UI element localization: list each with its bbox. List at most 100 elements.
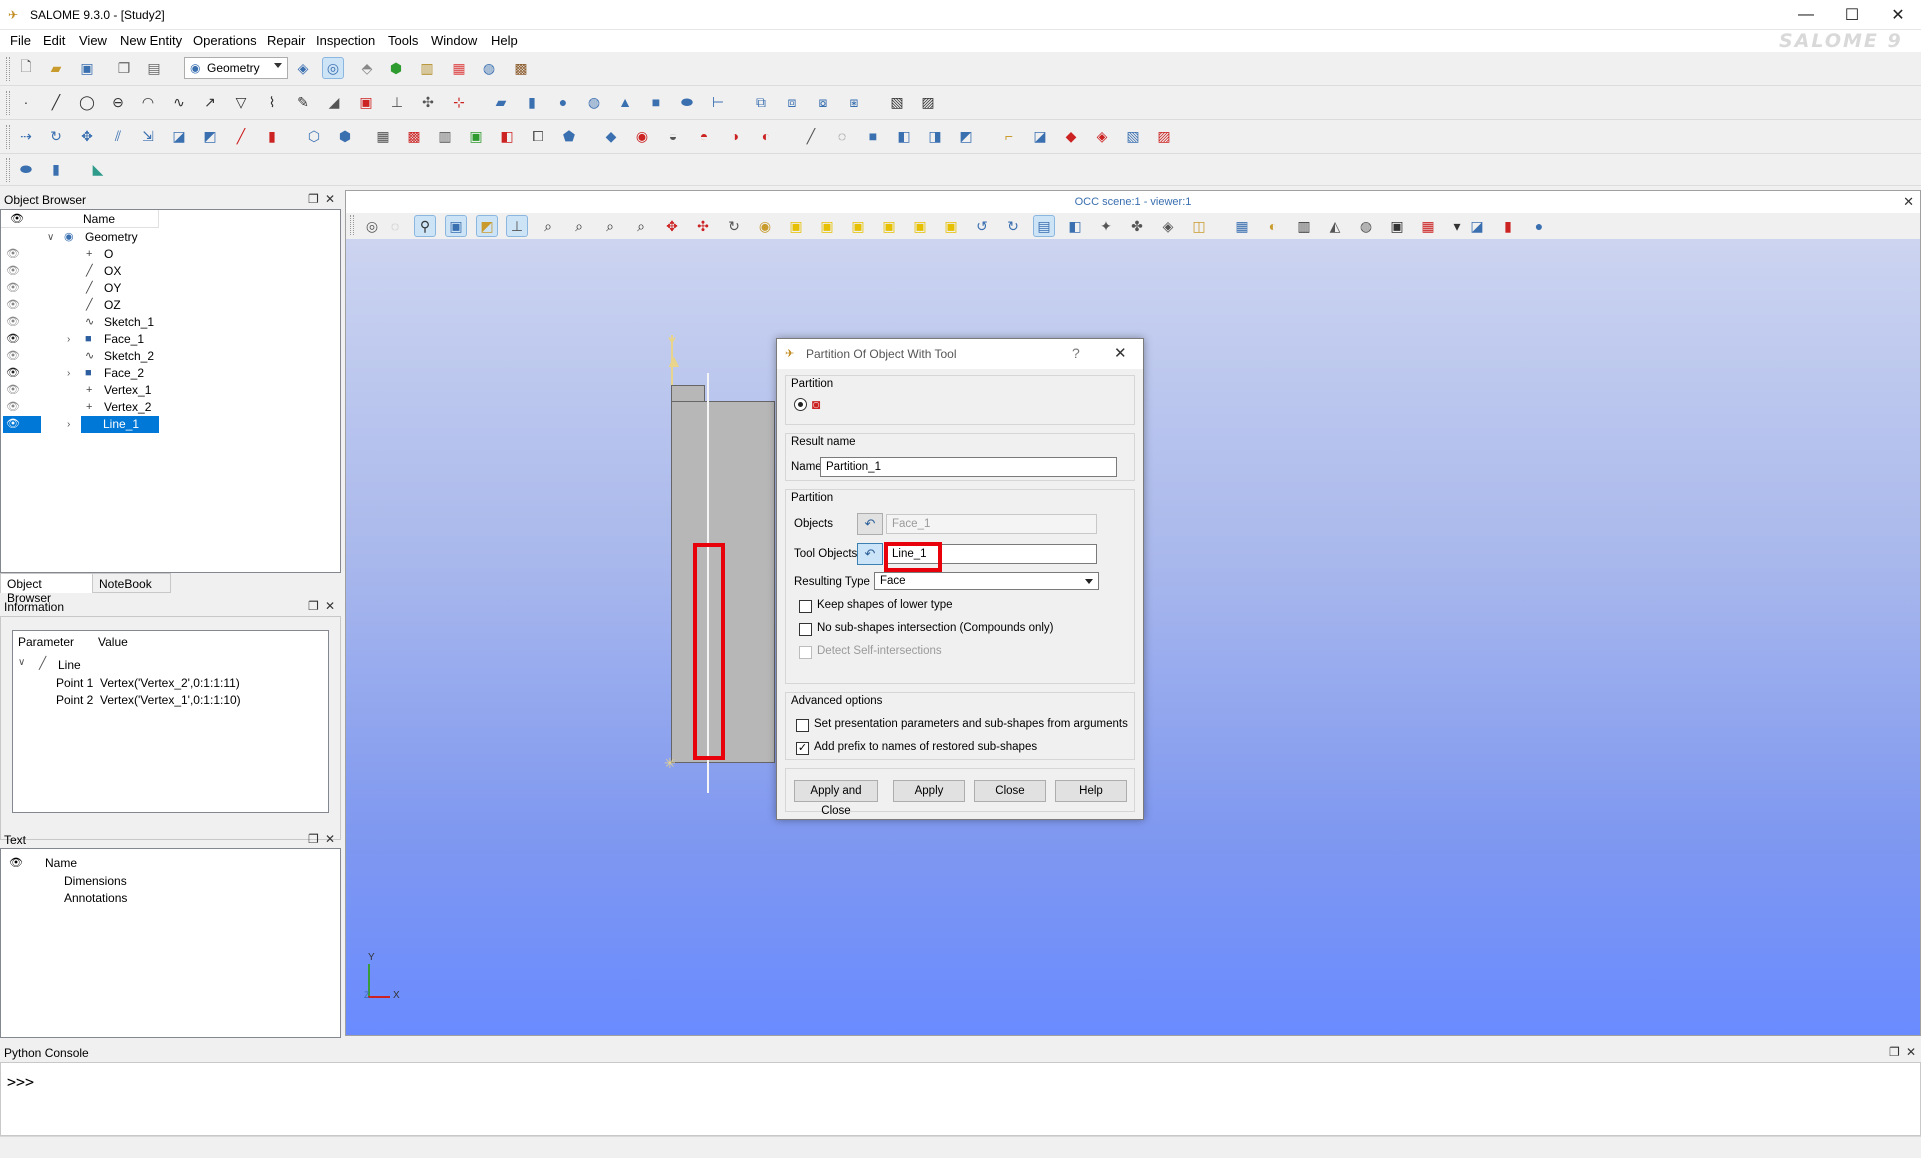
text-item-dimensions[interactable]: Dimensions xyxy=(64,874,127,888)
circle-tool-icon[interactable]: ◯ xyxy=(76,91,98,113)
bottom-view-icon[interactable]: ▣ xyxy=(878,215,900,237)
fuse-icon[interactable]: ⧉ xyxy=(750,91,772,113)
close-button[interactable]: Close xyxy=(974,780,1046,802)
toolbar-grip[interactable] xyxy=(6,91,10,115)
float-panel-icon[interactable]: ❐ xyxy=(308,832,319,846)
keep-shapes-checkbox[interactable] xyxy=(799,600,812,613)
fields-module-icon[interactable]: ▩ xyxy=(510,57,532,79)
module-select[interactable]: ◉ Geometry xyxy=(184,57,288,79)
point-tool-icon[interactable]: · xyxy=(15,91,37,113)
fast-intersection-icon[interactable]: ◆ xyxy=(1060,125,1082,147)
close-panel-icon[interactable]: ✕ xyxy=(325,599,335,613)
close-panel-icon[interactable]: ✕ xyxy=(325,832,335,846)
check-shape-icon[interactable]: ▣ xyxy=(465,125,487,147)
translation-icon[interactable]: ⇢ xyxy=(15,125,37,147)
fillet-icon[interactable]: ⬡ xyxy=(303,125,325,147)
check-self-intersections-icon[interactable]: ◪ xyxy=(1029,125,1051,147)
menu-new-entity[interactable]: New Entity xyxy=(120,33,182,48)
maximize-view-icon[interactable]: ◪ xyxy=(1466,215,1488,237)
chevron-down-icon[interactable]: ▾ xyxy=(1446,215,1468,237)
tree-item-sketch-2[interactable]: 👁 ∿ Sketch_2 xyxy=(1,348,340,365)
expand-chevron-icon[interactable]: › xyxy=(67,331,70,348)
tool-objects-select-button[interactable]: ↶ xyxy=(857,543,883,565)
object-browser-tree[interactable]: 👁 Name ∨ ◉ Geometry 👁 + O 👁 ╱ OX 👁 ╱ OY … xyxy=(0,209,341,573)
menu-operations[interactable]: Operations xyxy=(193,33,257,48)
tree-item-face-1[interactable]: 👁 › ■ Face_1 xyxy=(1,331,340,348)
tree-header-name[interactable]: Name xyxy=(83,212,115,226)
expand-chevron-icon[interactable]: ∨ xyxy=(18,657,25,668)
rotate-icon[interactable]: ↻ xyxy=(723,215,745,237)
suppress-holes-icon[interactable]: ◒ xyxy=(662,125,684,147)
reset-view-icon[interactable]: ◧ xyxy=(1064,215,1086,237)
python-console-input[interactable]: >>> xyxy=(0,1062,1921,1136)
scale-icon[interactable]: ⇲ xyxy=(137,125,159,147)
tree-item-face-2[interactable]: 👁 › ■ Face_2 xyxy=(1,365,340,382)
extrusion-icon[interactable]: ⊢ xyxy=(707,91,729,113)
glue-faces-icon[interactable]: ⧠ xyxy=(527,125,549,147)
zoom-icon[interactable]: ⌕ xyxy=(630,215,652,237)
visibility-eye-icon[interactable]: 👁 xyxy=(6,280,20,297)
rotate-counterclockwise-icon[interactable]: ↺ xyxy=(971,215,993,237)
line-tool-icon[interactable]: ╱ xyxy=(45,91,67,113)
help-button[interactable]: Help xyxy=(1055,780,1127,802)
sphere-view-icon[interactable]: ● xyxy=(1528,215,1550,237)
expand-chevron-icon[interactable]: › xyxy=(67,365,70,382)
close-icon[interactable]: ✕ xyxy=(1114,344,1127,362)
min-distance-icon[interactable]: ■ xyxy=(862,125,884,147)
trihedron-icon[interactable]: ⊥ xyxy=(506,215,528,237)
visibility-eye-icon[interactable]: 👁 xyxy=(6,416,20,433)
close-contour-icon[interactable]: ◉ xyxy=(631,125,653,147)
jobmanager-module-icon[interactable]: ◍ xyxy=(478,57,500,79)
sphere-primitive-icon[interactable]: ● xyxy=(552,91,574,113)
fit-selection-icon[interactable]: ⌕ xyxy=(599,215,621,237)
remove-extra-edges-icon[interactable]: ◑ xyxy=(724,125,746,147)
new-document-icon[interactable]: 🗋 xyxy=(15,57,37,79)
tree-item-vertex-2[interactable]: 👁 + Vertex_2 xyxy=(1,399,340,416)
arc-tool-icon[interactable]: ◠ xyxy=(137,91,159,113)
expand-chevron-icon[interactable]: ∨ xyxy=(47,229,54,246)
offset-icon[interactable]: ◪ xyxy=(168,125,190,147)
rectangle-face-icon[interactable]: ■ xyxy=(645,91,667,113)
tab-object-browser[interactable]: Object Browser xyxy=(0,573,93,605)
objects-field[interactable]: Face_1 xyxy=(886,514,1097,534)
vector-tool-icon[interactable]: ↗ xyxy=(199,91,221,113)
fit-all-icon[interactable]: ⌕ xyxy=(537,215,559,237)
cylinder-view-icon[interactable]: ▮ xyxy=(1497,215,1519,237)
tree-item-oy[interactable]: 👁 ╱ OY xyxy=(1,280,340,297)
get-non-blocks-icon[interactable]: ◈ xyxy=(1091,125,1113,147)
text-item-annotations[interactable]: Annotations xyxy=(64,891,127,905)
partition-icon[interactable]: ▩ xyxy=(403,125,425,147)
light-source-icon[interactable]: ▣ xyxy=(1386,215,1408,237)
minimize-icon[interactable]: — xyxy=(1783,0,1829,30)
bounding-box-icon[interactable]: ◌ xyxy=(831,125,853,147)
plane-tool-icon[interactable]: ▽ xyxy=(230,91,252,113)
location-icon[interactable]: ✥ xyxy=(76,125,98,147)
visibility-eye-icon[interactable]: 👁 xyxy=(6,263,20,280)
rectangle-icon[interactable]: ▣ xyxy=(355,91,377,113)
rectangle-selection-icon[interactable]: ▣ xyxy=(445,215,467,237)
stereo-icon[interactable]: ▥ xyxy=(1293,215,1315,237)
3d-sketch-icon[interactable]: ◢ xyxy=(323,91,345,113)
mouse-icon[interactable]: ◌ xyxy=(384,215,406,237)
help-icon[interactable]: ? xyxy=(1072,345,1080,361)
toolbar-grip[interactable] xyxy=(350,215,354,235)
fuse-edges-icon[interactable]: ◐ xyxy=(755,125,777,147)
dump-view-icon[interactable]: ◎ xyxy=(361,215,383,237)
scaling-icon[interactable]: ◈ xyxy=(1157,215,1179,237)
global-pan-icon[interactable]: ✣ xyxy=(692,215,714,237)
tree-item-ox[interactable]: 👁 ╱ OX xyxy=(1,263,340,280)
ray-tracing-icon[interactable]: ◭ xyxy=(1324,215,1346,237)
visibility-eye-icon[interactable]: 👁 xyxy=(6,348,20,365)
close-panel-icon[interactable]: ✕ xyxy=(1906,1045,1916,1059)
graduated-axes-icon[interactable]: ◫ xyxy=(1188,215,1210,237)
interaction-style-icon[interactable]: ⚲ xyxy=(414,215,436,237)
close-viewer-icon[interactable]: ✕ xyxy=(1903,194,1914,210)
resulting-type-select[interactable]: Face xyxy=(874,572,1099,590)
mirror-icon[interactable]: ⫽ xyxy=(107,125,129,147)
limit-tolerance-icon[interactable]: ⬟ xyxy=(558,125,580,147)
menu-inspection[interactable]: Inspection xyxy=(316,33,375,48)
sewing-icon[interactable]: ◓ xyxy=(693,125,715,147)
torus-primitive-icon[interactable]: ◍ xyxy=(583,91,605,113)
surface-from-face-icon[interactable]: ⊹ xyxy=(448,91,470,113)
suppress-faces-icon[interactable]: ◆ xyxy=(600,125,622,147)
